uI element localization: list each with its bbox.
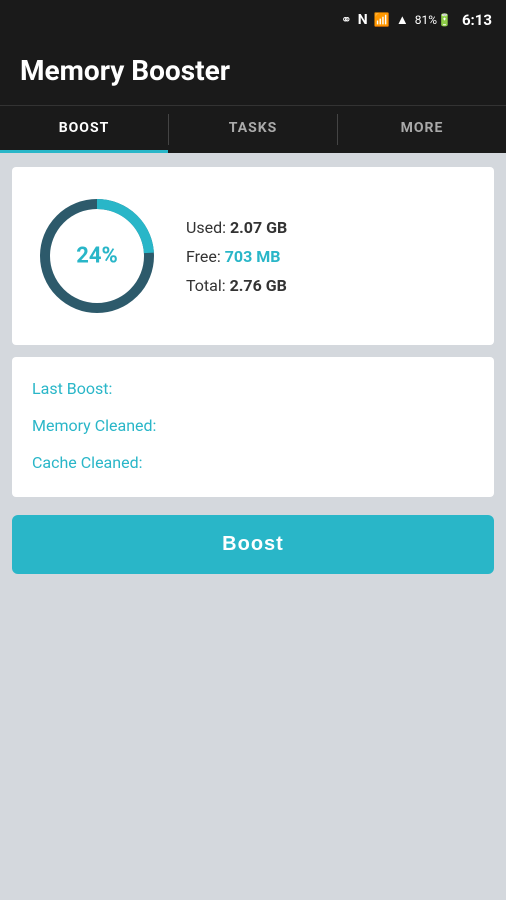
app-title: Memory Booster — [20, 54, 486, 87]
free-stat: Free: 703 MB — [186, 247, 287, 266]
app-header: Memory Booster — [0, 40, 506, 105]
battery-icon: 81% 🔋 — [415, 13, 452, 27]
last-boost-line: Last Boost: — [32, 379, 474, 398]
memory-stats: Used: 2.07 GB Free: 703 MB Total: 2.76 G… — [186, 218, 287, 295]
tab-tasks[interactable]: TASKS — [169, 106, 337, 153]
memory-card: 24% Used: 2.07 GB Free: 703 MB Total: 2.… — [12, 167, 494, 345]
battery-percentage: 81% — [415, 13, 437, 27]
memory-percentage: 24% — [76, 244, 118, 269]
tab-boost[interactable]: BOOST — [0, 106, 168, 153]
total-label: Total: — [186, 276, 230, 295]
main-content: 24% Used: 2.07 GB Free: 703 MB Total: 2.… — [0, 153, 506, 511]
memory-donut-chart: 24% — [32, 191, 162, 321]
tab-bar: BOOST TASKS MORE — [0, 105, 506, 153]
boost-button[interactable]: Boost — [12, 515, 494, 574]
bluetooth-icon: ⚭ — [341, 13, 352, 28]
status-icons: ⚭ N 📶 ▲ 81% 🔋 6:13 — [341, 11, 492, 29]
total-value: 2.76 GB — [230, 276, 287, 295]
used-label: Used: — [186, 218, 230, 237]
status-time: 6:13 — [462, 11, 492, 29]
used-value: 2.07 GB — [230, 218, 287, 237]
signal-icon: ▲ — [396, 12, 409, 28]
wifi-icon: 📶 — [374, 13, 390, 28]
total-stat: Total: 2.76 GB — [186, 276, 287, 295]
boost-button-container: Boost — [0, 515, 506, 574]
info-card: Last Boost: Memory Cleaned: Cache Cleane… — [12, 357, 494, 497]
memory-cleaned-line: Memory Cleaned: — [32, 416, 474, 435]
used-stat: Used: 2.07 GB — [186, 218, 287, 237]
network-icon: N — [358, 12, 368, 28]
tab-more[interactable]: MORE — [338, 106, 506, 153]
free-label: Free: — [186, 247, 225, 266]
status-bar: ⚭ N 📶 ▲ 81% 🔋 6:13 — [0, 0, 506, 40]
cache-cleaned-line: Cache Cleaned: — [32, 453, 474, 472]
free-value: 703 MB — [225, 247, 281, 266]
